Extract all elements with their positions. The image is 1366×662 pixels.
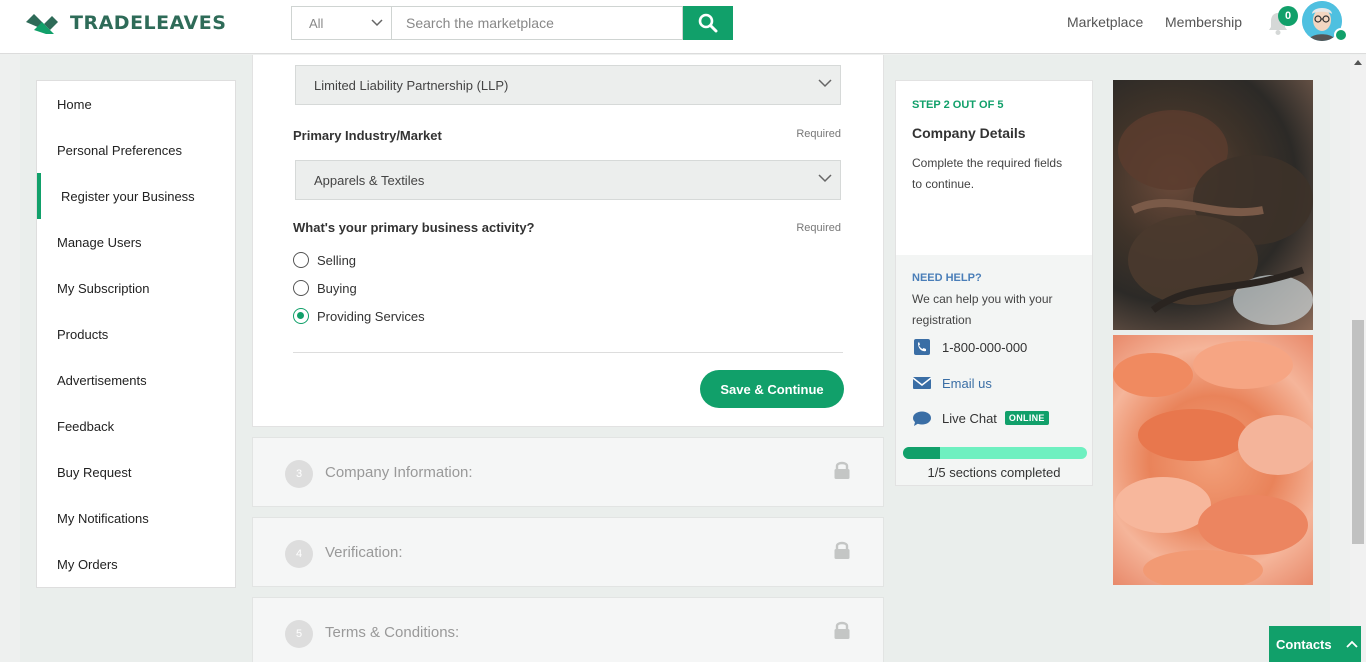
sidebar-item-my-orders[interactable]: My Orders: [37, 541, 235, 587]
crab-image: [1118, 110, 1313, 325]
sidebar-item-my-subscription[interactable]: My Subscription: [37, 265, 235, 311]
contacts-label: Contacts: [1276, 636, 1332, 652]
step-title: Company Information:: [325, 464, 473, 481]
help-title: NEED HELP?: [912, 272, 982, 284]
lock-icon: [834, 621, 850, 639]
radio-providing-services[interactable]: Providing Services: [293, 308, 425, 324]
lock-icon: [834, 541, 850, 559]
chat-bubble-icon: [913, 411, 931, 426]
live-chat-contact[interactable]: Live Chat ONLINE: [912, 410, 1049, 426]
sidebar-item-products[interactable]: Products: [37, 311, 235, 357]
step-verification[interactable]: 4 Verification:: [252, 517, 884, 587]
sidebar-item-personal-preferences[interactable]: Personal Preferences: [37, 127, 235, 173]
search-icon: [698, 13, 718, 33]
logo[interactable]: TRADELEAVES: [24, 10, 226, 36]
progress-description: Complete the required fields to continue…: [912, 156, 1063, 191]
nav-marketplace-link[interactable]: Marketplace: [1067, 14, 1143, 30]
sidebar-item-my-notifications[interactable]: My Notifications: [37, 495, 235, 541]
step-title: Verification:: [325, 544, 403, 561]
radio-label: Selling: [317, 252, 357, 268]
contacts-tab-button[interactable]: Contacts: [1269, 626, 1361, 662]
phone-contact[interactable]: 1-800-000-000: [912, 339, 1027, 355]
activity-required-text: Required: [796, 222, 841, 234]
sidebar-nav: Home Personal Preferences Register your …: [36, 80, 236, 588]
scrollbar-thumb[interactable]: [1352, 320, 1364, 544]
industry-label: Primary Industry/Market: [293, 128, 442, 143]
shrimp-image: [1113, 341, 1313, 585]
search-category-value: All: [309, 15, 324, 31]
step-number: 5: [285, 620, 313, 648]
business-type-value: Limited Liability Partnership (LLP): [314, 77, 509, 93]
radio-label: Providing Services: [317, 308, 425, 324]
lock-icon: [834, 461, 850, 479]
envelope-icon: [912, 377, 932, 389]
industry-value: Apparels & Textiles: [314, 172, 425, 188]
sidebar-item-home[interactable]: Home: [37, 81, 235, 127]
radio-buying[interactable]: Buying: [293, 280, 357, 296]
sections-progress-bar: [903, 447, 1087, 459]
phone-number: 1-800-000-000: [942, 339, 1028, 355]
radio-button-selected[interactable]: [293, 308, 309, 324]
radio-button[interactable]: [293, 280, 309, 296]
scroll-up-icon[interactable]: [1354, 60, 1362, 65]
shrimp-advertisement-image[interactable]: [1113, 335, 1313, 585]
industry-required-text: Required: [796, 128, 841, 140]
industry-select[interactable]: Apparels & Textiles: [295, 160, 841, 200]
sidebar-item-feedback[interactable]: Feedback: [37, 403, 235, 449]
email-contact[interactable]: Email us: [912, 375, 992, 391]
online-badge: ONLINE: [1004, 411, 1049, 425]
search-bar: All: [291, 6, 733, 40]
sidebar-item-advertisements[interactable]: Advertisements: [37, 357, 235, 403]
sidebar-item-manage-users[interactable]: Manage Users: [37, 219, 235, 265]
step-count: STEP 2 OUT OF 5: [912, 99, 1004, 111]
search-category-select[interactable]: All: [291, 6, 391, 40]
registration-progress-card: STEP 2 OUT OF 5 Company Details Complete…: [895, 80, 1093, 486]
notification-count-badge: 0: [1278, 6, 1298, 26]
top-header: TRADELEAVES All Marketplace Membership 0: [0, 0, 1366, 54]
leaf-logo-icon: [26, 14, 58, 34]
progress-title: Company Details: [912, 125, 1026, 141]
step-number: 4: [285, 540, 313, 568]
email-link[interactable]: Email us: [942, 376, 992, 391]
crab-advertisement-image[interactable]: [1113, 80, 1313, 330]
search-button[interactable]: [683, 6, 733, 40]
sections-progress-fill: [903, 447, 940, 459]
chevron-up-icon: [1345, 640, 1358, 648]
save-continue-button[interactable]: Save & Continue: [700, 370, 844, 408]
live-chat-label: Live Chat: [942, 410, 997, 426]
sidebar-item-register-business[interactable]: Register your Business: [37, 173, 235, 219]
step-title: Terms & Conditions:: [325, 624, 460, 641]
sections-completed-label: 1/5 sections completed: [927, 465, 1061, 480]
chevron-down-icon: [818, 79, 832, 88]
sidebar-item-buy-request[interactable]: Buy Request: [37, 449, 235, 495]
radio-selling[interactable]: Selling: [293, 252, 356, 268]
search-input[interactable]: [391, 6, 683, 40]
form-divider: [293, 352, 843, 353]
radio-button[interactable]: [293, 252, 309, 268]
step-terms-conditions[interactable]: 5 Terms & Conditions:: [252, 597, 884, 662]
radio-label: Buying: [317, 280, 357, 296]
activity-label: What's your primary business activity?: [293, 220, 535, 235]
nav-membership-link[interactable]: Membership: [1165, 14, 1242, 30]
chevron-down-icon: [371, 19, 383, 27]
chevron-down-icon: [818, 174, 832, 183]
step-number: 3: [285, 460, 313, 488]
help-description: We can help you with your registration: [912, 292, 1053, 327]
step-company-information[interactable]: 3 Company Information:: [252, 437, 884, 507]
phone-icon: [914, 339, 930, 355]
company-details-form: Limited Liability Partnership (LLP) Prim…: [252, 55, 884, 427]
logo-text: TRADELEAVES: [70, 12, 227, 34]
business-type-select[interactable]: Limited Liability Partnership (LLP): [295, 65, 841, 105]
online-status-icon: [1334, 28, 1348, 42]
